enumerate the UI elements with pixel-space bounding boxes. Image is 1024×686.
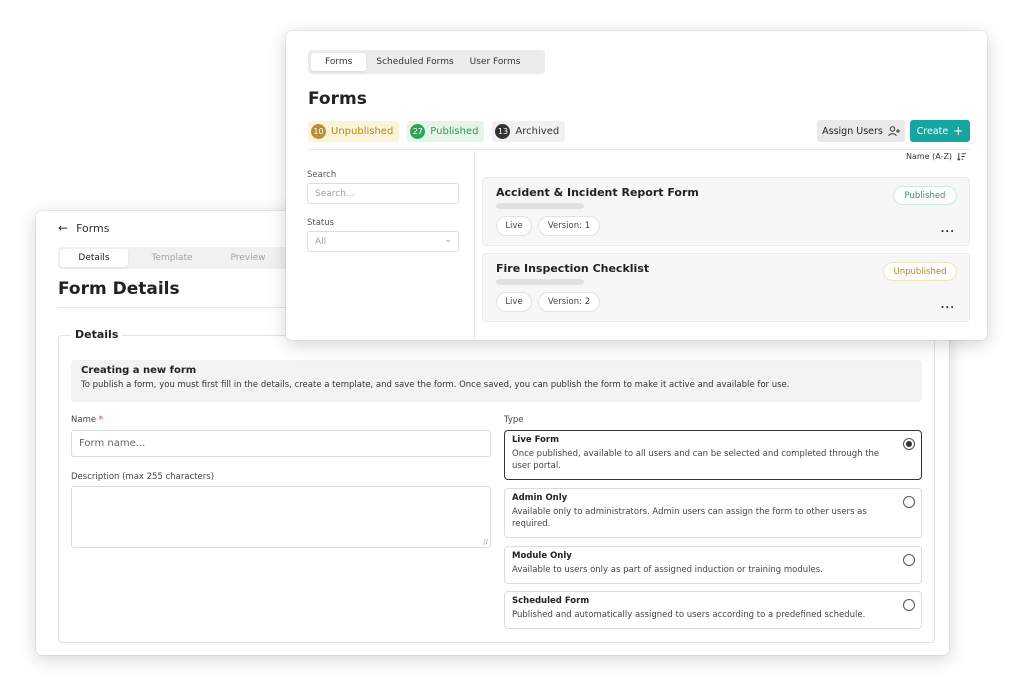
badge-label: Unpublished xyxy=(331,126,394,137)
badge-archived[interactable]: 13 Archived xyxy=(492,121,566,142)
required-marker: * xyxy=(98,415,104,425)
badge-unpublished[interactable]: 10 Unpublished xyxy=(308,121,400,142)
name-placeholder: Form name... xyxy=(79,438,146,449)
status-badge: Published xyxy=(893,186,957,205)
arrow-left-icon: ← xyxy=(58,221,69,235)
badge-count: 10 xyxy=(311,124,326,139)
more-options-icon[interactable]: ... xyxy=(941,224,955,235)
name-label-text: Name xyxy=(71,415,97,425)
badge-count: 27 xyxy=(410,124,426,139)
name-input[interactable]: Form name... xyxy=(71,430,491,457)
type-option-title: Admin Only xyxy=(512,493,568,503)
form-card-skeleton xyxy=(496,279,584,285)
title-divider xyxy=(58,307,308,308)
radio-icon[interactable] xyxy=(903,599,915,611)
type-label: Type xyxy=(504,415,524,425)
section-legend: Details xyxy=(71,328,123,341)
badge-published[interactable]: 27 Published xyxy=(407,121,485,142)
badge-count: 13 xyxy=(495,124,511,139)
status-label: Status xyxy=(307,218,335,228)
type-option-live-form[interactable]: Live Form Once published, available to a… xyxy=(504,430,922,480)
description-label: Description (max 255 characters) xyxy=(71,472,215,482)
back-link[interactable]: ← Forms xyxy=(58,221,110,235)
info-title: Creating a new form xyxy=(81,365,197,376)
status-value: All xyxy=(315,237,327,247)
badge-label: Archived xyxy=(515,126,560,137)
sort-control[interactable]: Name (A-Z) xyxy=(906,152,967,161)
type-option-desc: Available only to administrators. Admin … xyxy=(512,507,867,529)
forms-window: Forms Scheduled Forms User Forms Forms 1… xyxy=(286,31,987,340)
sort-label: Name (A-Z) xyxy=(906,152,953,161)
type-option-desc: Available to users only as part of assig… xyxy=(512,565,823,575)
radio-selected-icon[interactable] xyxy=(903,438,915,450)
status-select[interactable]: All ⌄ xyxy=(307,231,459,252)
info-text: To publish a form, you must first fill i… xyxy=(81,380,790,390)
form-type-chip: Live xyxy=(496,216,532,236)
search-label: Search xyxy=(307,170,337,180)
type-option-title: Scheduled Form xyxy=(512,596,590,606)
sort-descending-icon xyxy=(957,152,967,161)
badge-label: Published xyxy=(430,126,479,137)
forms-tabs: Forms Scheduled Forms User Forms xyxy=(308,50,545,74)
plus-icon: + xyxy=(953,124,964,138)
status-badge: Unpublished xyxy=(883,262,957,281)
assign-users-button[interactable]: Assign Users xyxy=(817,120,905,142)
chevron-down-icon: ⌄ xyxy=(444,235,452,245)
tab-details[interactable]: Details xyxy=(60,249,128,267)
form-card[interactable]: Accident & Incident Report Form Live Ver… xyxy=(482,177,970,246)
form-version-chip: Version: 2 xyxy=(538,292,600,312)
form-card-name: Accident & Incident Report Form xyxy=(496,186,699,199)
tab-template[interactable]: Template xyxy=(134,249,210,267)
details-section: Details Creating a new form To publish a… xyxy=(58,328,935,643)
resize-grip-icon[interactable]: ∕∕ xyxy=(483,538,488,546)
status-badges: 10 Unpublished 27 Published 13 Archived xyxy=(308,121,566,142)
forms-title: Forms xyxy=(308,89,367,109)
search-input[interactable]: Search... xyxy=(307,183,459,204)
type-option-title: Live Form xyxy=(512,435,559,445)
description-textarea[interactable]: ∕∕ xyxy=(71,486,491,548)
page-title: Form Details xyxy=(58,279,180,299)
add-user-icon xyxy=(888,125,900,136)
create-button[interactable]: Create + xyxy=(910,120,970,142)
form-version-chip: Version: 1 xyxy=(538,216,600,236)
name-label: Name * xyxy=(71,415,103,425)
toolbar-divider xyxy=(308,149,971,150)
details-tabs: Details Template Preview xyxy=(58,247,313,269)
radio-icon[interactable] xyxy=(903,554,915,566)
tab-scheduled-forms[interactable]: Scheduled Forms xyxy=(368,53,461,71)
type-option-title: Module Only xyxy=(512,551,572,561)
sidebar-divider xyxy=(474,149,475,340)
search-placeholder: Search... xyxy=(315,189,355,199)
back-link-label: Forms xyxy=(76,221,110,235)
type-option-desc: Once published, available to all users a… xyxy=(512,449,880,471)
form-card-name: Fire Inspection Checklist xyxy=(496,262,650,275)
assign-users-label: Assign Users xyxy=(822,125,883,137)
type-option-scheduled-form[interactable]: Scheduled Form Published and automatical… xyxy=(504,591,922,629)
tab-user-forms[interactable]: User Forms xyxy=(462,53,529,71)
form-card-skeleton xyxy=(496,203,584,209)
radio-icon[interactable] xyxy=(903,496,915,508)
create-label: Create xyxy=(916,125,949,137)
form-card[interactable]: Fire Inspection Checklist Live Version: … xyxy=(482,253,970,322)
tab-preview[interactable]: Preview xyxy=(210,249,286,267)
type-option-desc: Published and automatically assigned to … xyxy=(512,610,866,620)
info-callout: Creating a new form To publish a form, y… xyxy=(71,360,922,402)
form-type-chip: Live xyxy=(496,292,532,312)
type-option-module-only[interactable]: Module Only Available to users only as p… xyxy=(504,546,922,584)
tab-forms[interactable]: Forms xyxy=(311,53,367,71)
type-option-admin-only[interactable]: Admin Only Available only to administrat… xyxy=(504,488,922,538)
more-options-icon[interactable]: ... xyxy=(941,300,955,311)
